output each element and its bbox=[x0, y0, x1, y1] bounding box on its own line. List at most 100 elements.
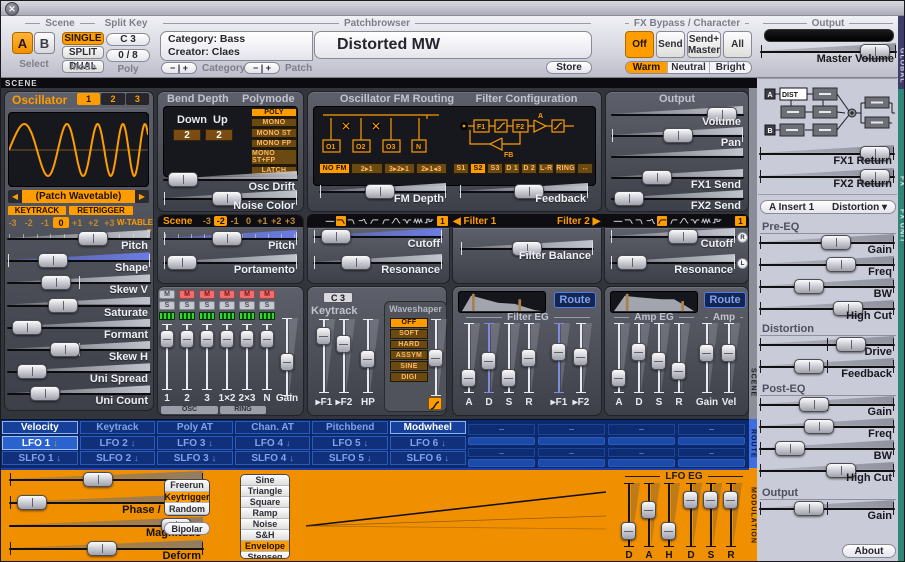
filter2-label[interactable]: Filter 2 ▶ bbox=[557, 216, 600, 227]
fader-handle-f2[interactable] bbox=[573, 348, 588, 366]
fader-handle-f1[interactable] bbox=[551, 342, 566, 361]
solo-button-1[interactable]: S bbox=[159, 301, 175, 310]
filter-type-icon-hp12[interactable] bbox=[369, 216, 379, 226]
slider-handle-rate[interactable] bbox=[83, 472, 114, 487]
slider-handle-pitch[interactable] bbox=[77, 231, 108, 246]
slider-handle-phase-shuffle[interactable] bbox=[17, 495, 48, 510]
mod-user-slot-empty[interactable]: – bbox=[678, 448, 745, 458]
fader-handle-f0[interactable] bbox=[428, 348, 443, 367]
mixer-fader-1-2[interactable] bbox=[220, 330, 234, 349]
slider-handle-fx1-return[interactable] bbox=[859, 146, 890, 161]
mod-user-slot-empty[interactable]: – bbox=[468, 424, 535, 435]
slider-handle-cutoff[interactable] bbox=[321, 229, 351, 244]
fm-mode-2-1-3[interactable]: 2▸1◂3 bbox=[415, 163, 447, 174]
mod-user-slot-empty[interactable]: – bbox=[538, 424, 605, 435]
patch-info-box[interactable]: Category: Bass Creator: Claes bbox=[160, 31, 313, 61]
solo-button-1-2[interactable]: S bbox=[219, 301, 235, 310]
filter-type-icon-comb[interactable] bbox=[413, 216, 423, 226]
scene-octave-2[interactable]: +2 bbox=[270, 216, 283, 226]
mod-user-slot-bar[interactable] bbox=[678, 459, 745, 467]
osc-octave-3[interactable]: -3 bbox=[5, 217, 20, 228]
slider-handle-gain[interactable] bbox=[794, 501, 824, 516]
mod-user-slot-bar[interactable] bbox=[538, 437, 605, 445]
tab-fx[interactable]: FX bbox=[898, 89, 904, 195]
fader-handle-f1[interactable] bbox=[316, 327, 331, 346]
slider-handle-drive[interactable] bbox=[836, 337, 867, 352]
slider-handle-bw[interactable] bbox=[794, 279, 824, 294]
slider-handle-osc-drift[interactable] bbox=[168, 172, 199, 187]
mod-user-slot-bar[interactable] bbox=[468, 459, 535, 467]
mod-user-slot-bar[interactable] bbox=[608, 459, 675, 467]
slider-handle-volume[interactable] bbox=[706, 107, 737, 122]
mod-slot-slfo-3[interactable]: SLFO 3 ↓ bbox=[157, 451, 233, 465]
mod-source-poly-at[interactable]: Poly AT bbox=[157, 421, 233, 434]
close-icon[interactable]: ✕ bbox=[5, 2, 19, 16]
fader-handle-a[interactable] bbox=[461, 368, 476, 387]
solo-button-2[interactable]: S bbox=[179, 301, 195, 310]
osc-octave-1[interactable]: +1 bbox=[70, 217, 85, 228]
filter-type-icon-bp[interactable] bbox=[391, 216, 401, 226]
mod-slot-slfo-4[interactable]: SLFO 4 ↓ bbox=[234, 451, 311, 465]
patch-stepper[interactable]: − | + bbox=[244, 62, 280, 74]
polymode-poly[interactable]: POLY bbox=[251, 108, 297, 118]
mod-slot-slfo-6[interactable]: SLFO 6 ↓ bbox=[390, 451, 466, 465]
bend-down-value[interactable]: 2 bbox=[173, 129, 201, 141]
fx-insert-dropdown[interactable]: A Insert 1 Distortion ▾ bbox=[760, 200, 896, 214]
filter-config-s1[interactable]: S1 bbox=[453, 163, 470, 174]
filter-type-icon-hp12[interactable] bbox=[657, 216, 667, 226]
filter-type-icon-lp24[interactable] bbox=[347, 216, 357, 226]
slider-handle-formant[interactable] bbox=[11, 319, 42, 335]
mod-user-slot-empty[interactable]: – bbox=[608, 424, 675, 435]
fx-bypass-all[interactable]: All bbox=[723, 31, 753, 58]
osc-octave-0[interactable]: 0 bbox=[53, 217, 69, 228]
mute-button-3[interactable]: M bbox=[199, 290, 215, 299]
filter2-link-l-button[interactable]: L bbox=[737, 258, 748, 269]
polymode-mono-st-fp[interactable]: MONO ST+FP bbox=[251, 148, 297, 165]
filter-type-icon-flat[interactable] bbox=[613, 216, 623, 226]
slider-handle-uni-spread[interactable] bbox=[17, 364, 48, 380]
filter2-subtype-badge[interactable]: 1 bbox=[735, 216, 746, 226]
filter-type-icon-hp24[interactable] bbox=[380, 216, 390, 226]
slider-handle-uni-count[interactable] bbox=[29, 386, 60, 402]
fm-mode-2-1[interactable]: 2▸1 bbox=[351, 163, 383, 174]
mod-slot-lfo-6[interactable]: LFO 6 ↓ bbox=[390, 436, 466, 450]
mute-button-1-2[interactable]: M bbox=[219, 290, 235, 299]
fader-handle-s[interactable] bbox=[651, 351, 666, 370]
filter-type-icon-comb[interactable] bbox=[701, 216, 711, 226]
slider-handle-pitch[interactable] bbox=[212, 231, 243, 246]
scene-octave-1[interactable]: -1 bbox=[228, 216, 241, 226]
filter-type-icon-sh[interactable] bbox=[712, 216, 722, 226]
lfo-trigger-random[interactable]: Random bbox=[165, 503, 209, 515]
character-bright[interactable]: Bright bbox=[710, 62, 751, 73]
mod-user-slot-bar[interactable] bbox=[678, 437, 745, 445]
filter-type-icon-lp12[interactable] bbox=[336, 216, 346, 226]
mod-slot-lfo-4[interactable]: LFO 4 ↓ bbox=[234, 436, 311, 450]
tab-fx-unit[interactable]: FX UNIT bbox=[898, 195, 904, 561]
slider-handle-feedback[interactable] bbox=[514, 184, 544, 199]
slider-handle-freq[interactable] bbox=[825, 257, 856, 272]
mod-slot-lfo-2[interactable]: LFO 2 ↓ bbox=[79, 436, 156, 450]
mixer-fader-2[interactable] bbox=[180, 330, 194, 349]
slider-handle-gain[interactable] bbox=[820, 235, 851, 250]
slider-handle-fx2-return[interactable] bbox=[859, 169, 890, 184]
polymode-mono-st[interactable]: MONO ST bbox=[251, 128, 297, 138]
solo-button-3[interactable]: S bbox=[199, 301, 215, 310]
slider-handle-fx2-send[interactable] bbox=[614, 191, 645, 206]
lfo-shape-triangle[interactable]: Triangle bbox=[241, 486, 289, 497]
wavetable-name[interactable]: (Patch Wavetable) bbox=[22, 190, 135, 203]
filter-config-l-r[interactable]: L-R bbox=[538, 163, 555, 174]
slider-handle-master-volume[interactable] bbox=[859, 44, 890, 59]
filter-config-d-2[interactable]: D 2 bbox=[521, 163, 538, 174]
scene-octave-0[interactable]: 0 bbox=[242, 216, 255, 226]
fader-handle-r[interactable] bbox=[521, 349, 536, 367]
scene-mode-split[interactable]: SPLIT bbox=[62, 46, 104, 59]
scene-b-button[interactable]: B bbox=[34, 32, 55, 54]
mixer-fader-1[interactable] bbox=[160, 330, 174, 349]
lfo-trigger-keytrigger[interactable]: Keytrigger bbox=[165, 491, 209, 504]
slider-handle-skew-h[interactable] bbox=[50, 342, 81, 357]
mod-slot-slfo-5[interactable]: SLFO 5 ↓ bbox=[312, 451, 388, 465]
mixer-gain-fader[interactable] bbox=[280, 352, 294, 371]
slider-handle-feedback[interactable] bbox=[794, 359, 824, 374]
lfo-shape-square[interactable]: Square bbox=[241, 497, 289, 508]
slider-handle-portamento[interactable] bbox=[167, 255, 198, 270]
